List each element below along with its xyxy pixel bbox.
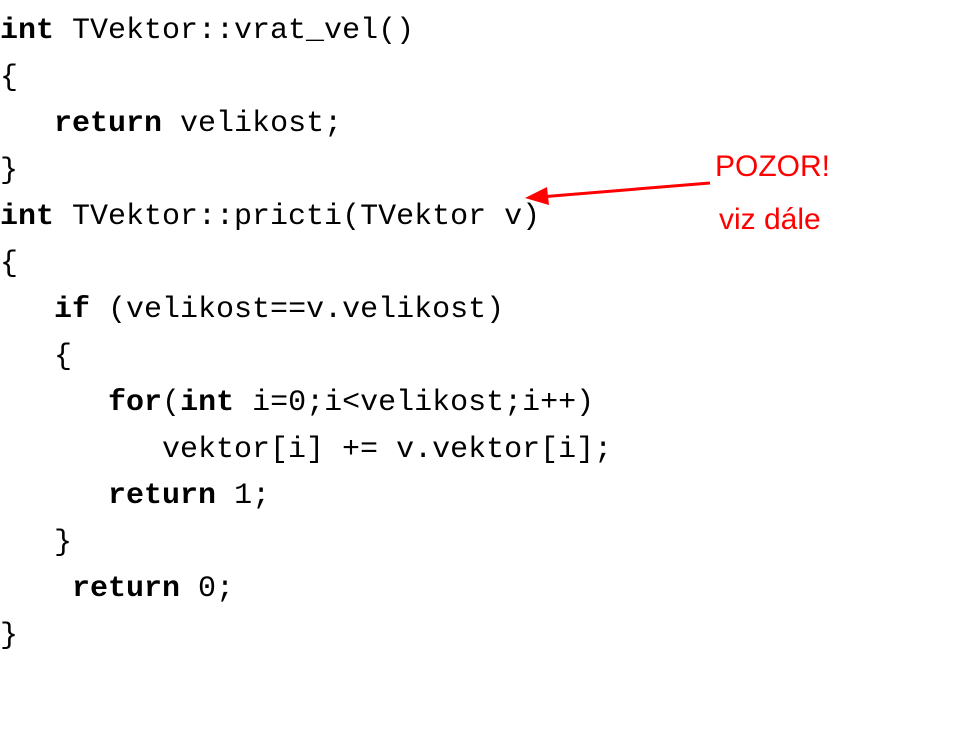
annotation-line2: viz dále: [719, 197, 830, 244]
annotation-line1: POZOR!: [715, 144, 830, 191]
code-text: (velikost==v.velikost): [90, 293, 504, 327]
code-text: (: [162, 386, 180, 420]
code-text: [0, 107, 54, 141]
code-line: {: [0, 340, 72, 374]
code-line: return 0;: [0, 572, 234, 606]
keyword-return: return: [54, 107, 162, 141]
keyword-if: if: [54, 293, 90, 327]
code-line: if (velikost==v.velikost): [0, 293, 504, 327]
code-text: [0, 386, 108, 420]
code-block: int TVektor::vrat_vel() { return velikos…: [0, 8, 612, 659]
code-text: 1;: [216, 479, 270, 513]
code-line: {: [0, 61, 18, 95]
keyword-return: return: [72, 572, 180, 606]
document-page: int TVektor::vrat_vel() { return velikos…: [0, 0, 960, 730]
keyword-return: return: [108, 479, 216, 513]
code-line: int TVektor::vrat_vel(): [0, 14, 414, 48]
keyword-for: for: [108, 386, 162, 420]
code-line: }: [0, 154, 18, 188]
code-text: velikost;: [162, 107, 342, 141]
code-text: 0;: [180, 572, 234, 606]
keyword-int: int: [0, 14, 54, 48]
code-line: for(int i=0;i<velikost;i++): [0, 386, 594, 420]
code-line: return velikost;: [0, 107, 342, 141]
code-line: {: [0, 247, 18, 281]
keyword-int: int: [180, 386, 234, 420]
annotation-callout: POZOR! viz dále: [715, 144, 830, 243]
code-text: [0, 479, 108, 513]
code-text: TVektor::pricti(TVektor v): [54, 200, 540, 234]
code-text: i=0;i<velikost;i++): [234, 386, 594, 420]
code-text: [0, 293, 54, 327]
code-line: int TVektor::pricti(TVektor v): [0, 200, 540, 234]
code-line: }: [0, 619, 18, 653]
code-line: }: [0, 526, 72, 560]
code-text: TVektor::vrat_vel(): [54, 14, 414, 48]
keyword-int: int: [0, 200, 54, 234]
code-line: return 1;: [0, 479, 270, 513]
code-text: [0, 572, 72, 606]
code-line: vektor[i] += v.vektor[i];: [0, 433, 612, 467]
